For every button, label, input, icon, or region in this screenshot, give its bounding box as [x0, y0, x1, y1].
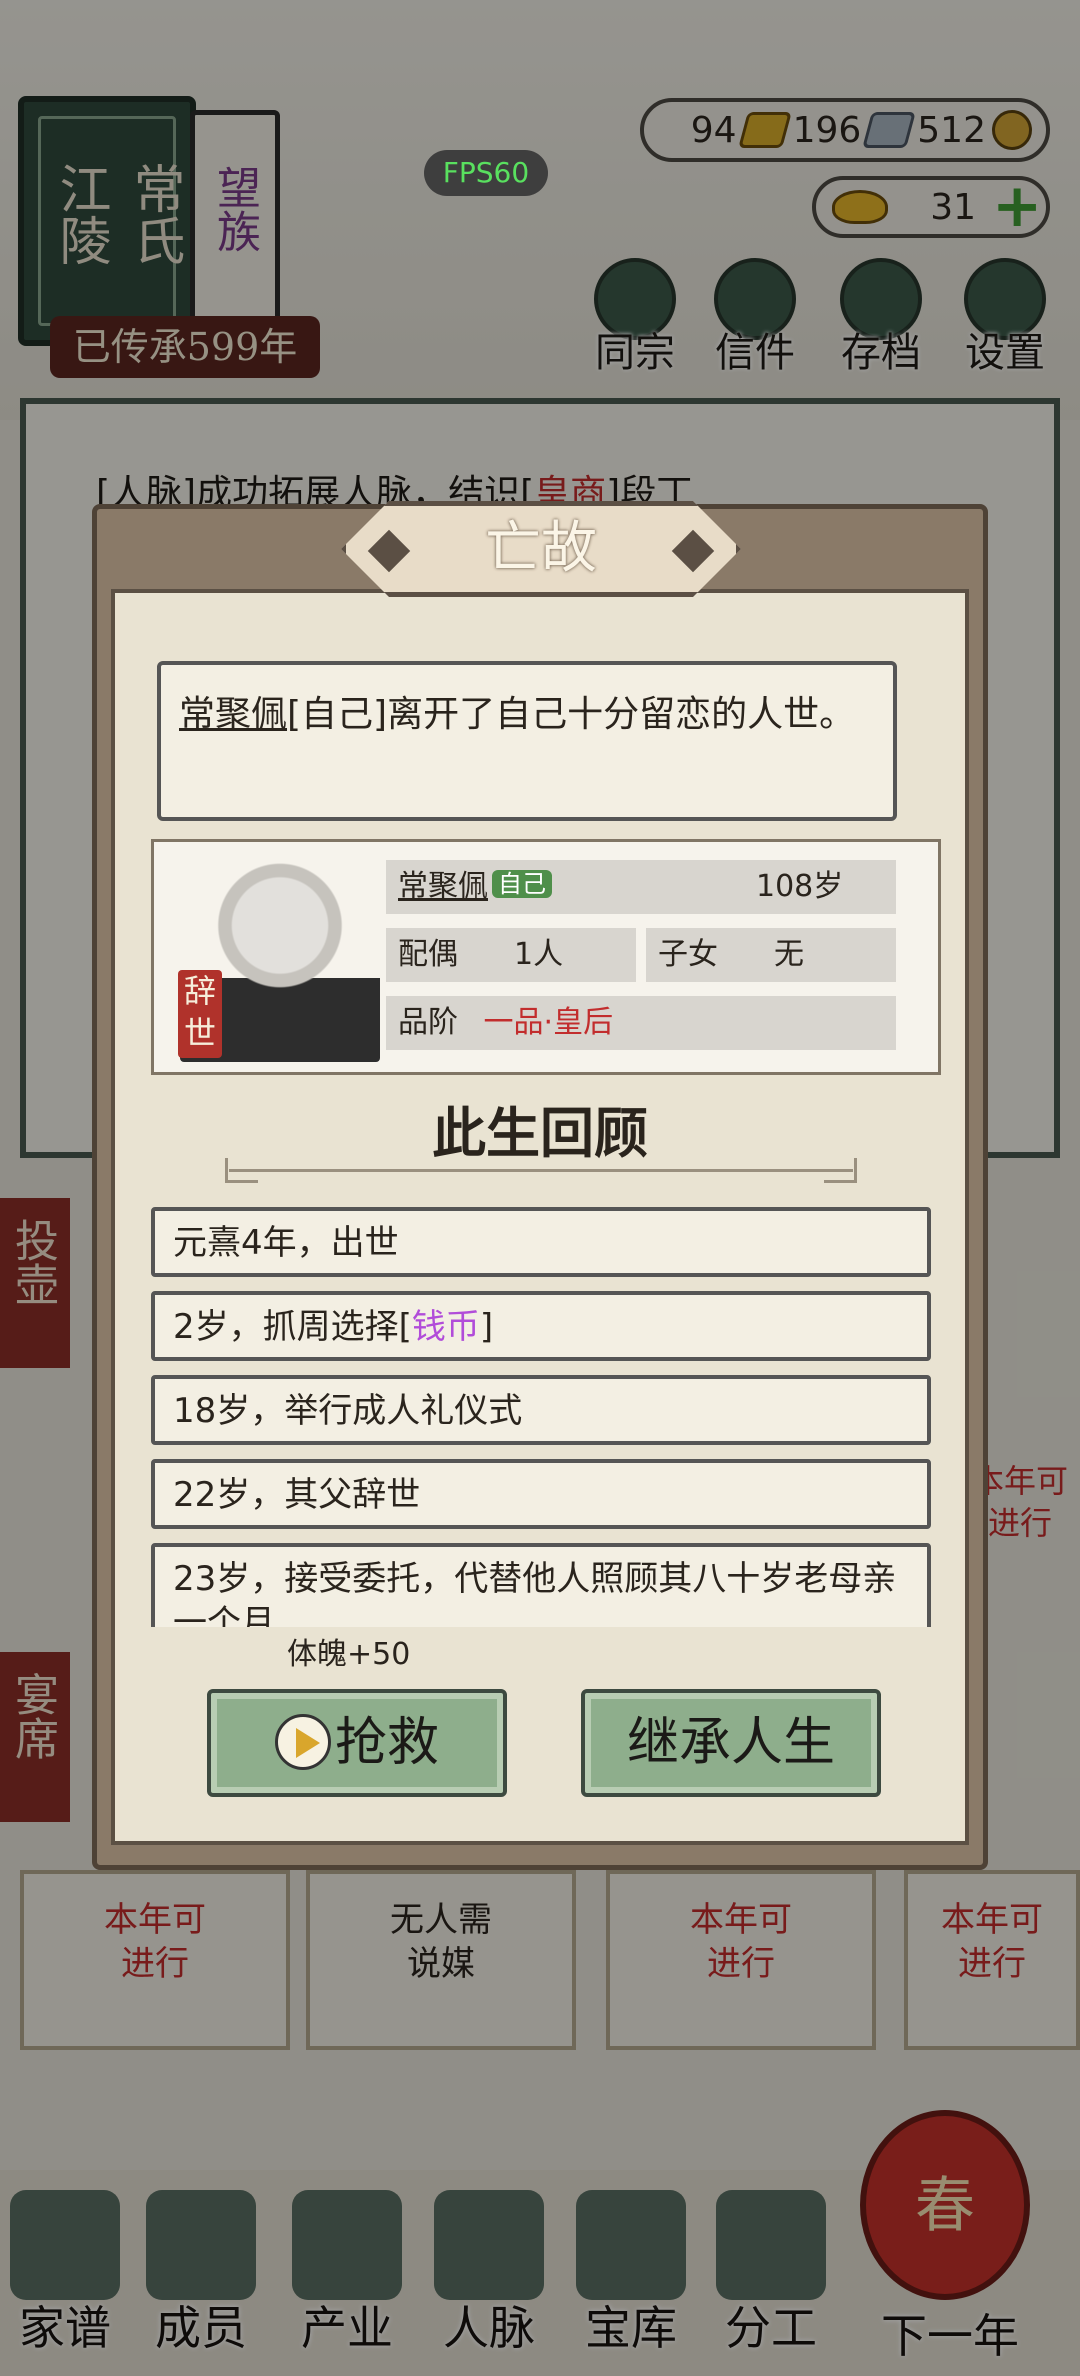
- dialog-title: 亡故: [485, 516, 597, 581]
- death-message: 常聚佩[自己]离开了自己十分留恋的人世。: [157, 661, 897, 821]
- timeline-item: 18岁，举行成人礼仪式: [151, 1375, 931, 1445]
- profile-card: 辞世 常聚佩 自己 108岁 配偶 1人 子女 无 品阶 一品·皇后: [151, 839, 941, 1075]
- corner-ornament-icon: [101, 579, 191, 669]
- timeline-item: 2岁，抓周选择[钱币]: [151, 1291, 931, 1361]
- spouse-value: 1人: [514, 937, 564, 972]
- title-divider: [225, 1158, 857, 1191]
- fps-counter: FPS60: [424, 150, 548, 196]
- children-value: 无: [774, 937, 804, 972]
- timeline-item: 元熹4年，出世: [151, 1207, 931, 1277]
- inherit-button[interactable]: 继承人生: [581, 1689, 881, 1797]
- bonus-text: 体魄+50: [287, 1637, 411, 1672]
- self-tag: 自己: [492, 870, 552, 898]
- death-dialog: 亡故 常聚佩[自己]离开了自己十分留恋的人世。 辞世 常聚佩 自己 108岁 配偶…: [92, 501, 988, 1870]
- deceased-name-link[interactable]: 常聚佩: [179, 694, 287, 735]
- deceased-seal: 辞世: [178, 970, 222, 1058]
- spouse-cell: 配偶 1人: [386, 928, 636, 982]
- highlight-item: 钱币: [411, 1307, 480, 1347]
- children-cell: 子女 无: [646, 928, 896, 982]
- dialog-title-plate: 亡故: [341, 501, 741, 597]
- timeline-item: 22岁，其父辞世: [151, 1459, 931, 1529]
- profile-age: 108岁: [756, 869, 844, 904]
- corner-ornament-icon: [889, 579, 979, 669]
- rank-cell: 品阶 一品·皇后: [386, 996, 896, 1050]
- corner-ornament-icon: [889, 1765, 979, 1855]
- profile-name: 常聚佩: [398, 869, 488, 904]
- corner-ornament-icon: [101, 1765, 191, 1855]
- timeline-item: 23岁，接受委托，代替他人照顾其八十岁老母亲一个月: [151, 1543, 931, 1627]
- life-review-title: 此生回顾: [432, 1102, 648, 1165]
- play-ad-icon: [274, 1714, 331, 1770]
- death-message-text: [自己]离开了自己十分留恋的人世。: [287, 694, 856, 735]
- rank-value: 一品·皇后: [483, 1005, 614, 1040]
- rescue-button[interactable]: 抢救: [207, 1689, 507, 1797]
- life-timeline[interactable]: 元熹4年，出世 2岁，抓周选择[钱币] 18岁，举行成人礼仪式 22岁，其父辞世…: [151, 1207, 931, 1627]
- profile-name-row: 常聚佩 自己 108岁: [386, 860, 896, 914]
